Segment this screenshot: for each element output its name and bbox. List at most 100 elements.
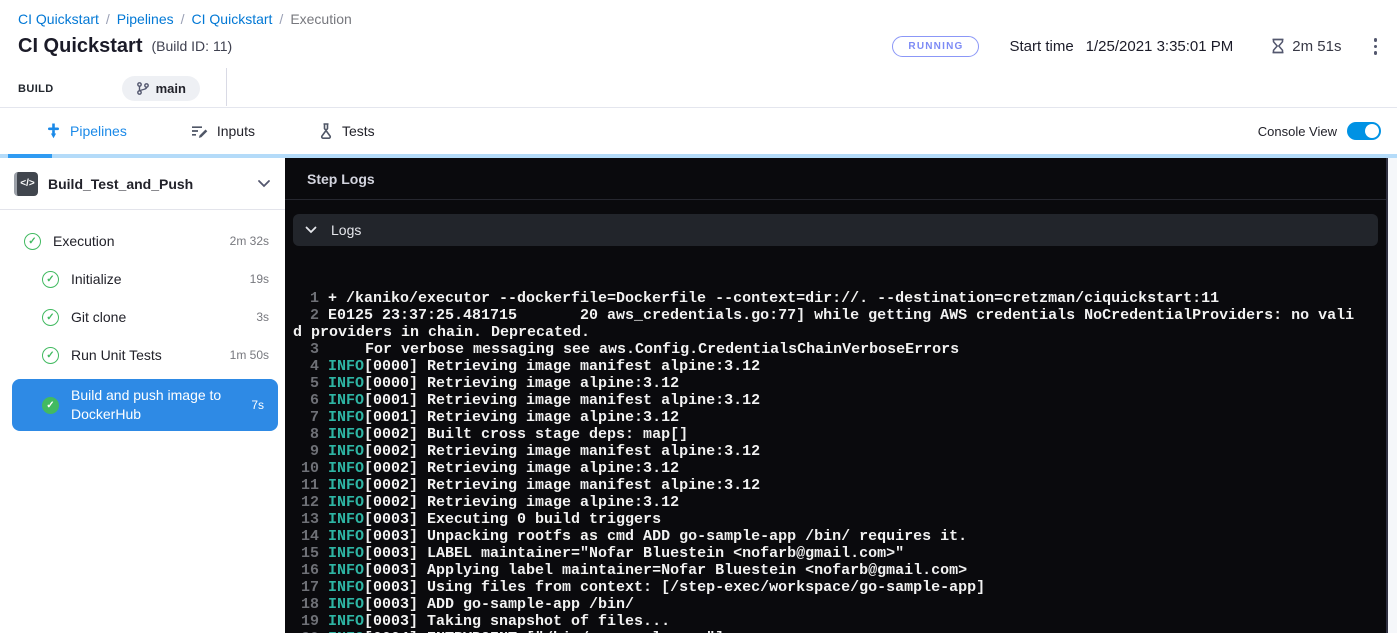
line-number: 1 (293, 290, 319, 307)
breadcrumb: CI Quickstart / Pipelines / CI Quickstar… (18, 11, 1381, 27)
line-number: 15 (293, 545, 319, 562)
step-label: Build and push image to DockerHub (71, 386, 243, 424)
log-text: + /kaniko/executor --dockerfile=Dockerfi… (328, 290, 1219, 307)
step-logs-title: Step Logs (285, 158, 1386, 200)
log-text: [0003] Taking snapshot of files... (364, 613, 670, 630)
hourglass-icon (1271, 38, 1285, 54)
log-level: INFO (328, 426, 364, 443)
tab-tests[interactable]: Tests (319, 123, 375, 139)
logs-section-label: Logs (331, 222, 361, 238)
step-list: ✓ Execution 2m 32s ✓ Initialize 19s ✓ Gi… (0, 210, 285, 431)
tab-bar: Pipelines Inputs Tests Console View (0, 108, 1397, 154)
title-row: CI Quickstart (Build ID: 11) RUNNING Sta… (18, 34, 1381, 59)
log-text: [0002] Retrieving image manifest alpine:… (364, 477, 760, 494)
console-view-toggle[interactable] (1347, 122, 1381, 140)
tab-label: Inputs (217, 123, 255, 139)
breadcrumb-project[interactable]: CI Quickstart (18, 11, 99, 27)
log-level: INFO (328, 392, 364, 409)
step-row[interactable]: ✓ Initialize 19s (0, 260, 285, 298)
execution-meta: RUNNING Start time 1/25/2021 3:35:01 PM … (892, 34, 1381, 59)
build-id-label: (Build ID: 11) (151, 38, 232, 54)
log-line: 13INFO[0003] Executing 0 build triggers (293, 511, 1359, 528)
step-row[interactable]: ✓ Run Unit Tests 1m 50s (0, 336, 285, 374)
breadcrumb-current: Execution (290, 11, 351, 27)
log-text: For verbose messaging see aws.Config.Cre… (328, 341, 959, 358)
step-label: Execution (53, 232, 222, 251)
log-line: 17INFO[0003] Using files from context: [… (293, 579, 1359, 596)
elapsed-wrap: 2m 51s (1271, 38, 1341, 55)
log-line: 2E0125 23:37:25.481715 20 aws_credential… (293, 307, 1359, 341)
chevron-down-icon[interactable] (257, 179, 271, 188)
log-text: [0003] Applying label maintainer=Nofar B… (364, 562, 967, 579)
breadcrumb-separator: / (106, 11, 110, 27)
line-number: 17 (293, 579, 319, 596)
step-label: Run Unit Tests (71, 346, 222, 365)
log-line: 19 INFO[0003] Taking snapshot of files... (293, 613, 1359, 630)
tab-label: Pipelines (70, 123, 127, 139)
log-line: 18INFO[0003] ADD go-sample-app /bin/ (293, 596, 1359, 613)
log-level: INFO (328, 545, 364, 562)
tab-inputs[interactable]: Inputs (191, 123, 255, 139)
log-line: 8INFO[0002] Built cross stage deps: map[… (293, 426, 1359, 443)
collapsed-panel-edge[interactable] (1386, 158, 1397, 633)
log-text: [0000] Retrieving image manifest alpine:… (364, 358, 760, 375)
log-level: INFO (328, 596, 364, 613)
kebab-menu-icon[interactable] (1370, 34, 1382, 59)
page: CI Quickstart / Pipelines / CI Quickstar… (0, 0, 1397, 633)
console-view-control: Console View (1258, 122, 1381, 140)
line-number: 11 (293, 477, 319, 494)
log-line: 10 INFO[0002] Retrieving image alpine:3.1… (293, 460, 1359, 477)
log-line: 3 For verbose messaging see aws.Config.C… (293, 341, 1359, 358)
log-text: [0001] Retrieving image manifest alpine:… (364, 392, 760, 409)
line-number: 5 (293, 375, 319, 392)
breadcrumb-separator: / (279, 11, 283, 27)
stage-header[interactable]: </> Build_Test_and_Push (0, 158, 285, 210)
branch-chip: main (122, 76, 200, 101)
log-line: 9INFO[0002] Retrieving image manifest al… (293, 443, 1359, 460)
line-number: 19 (293, 613, 319, 630)
build-label: BUILD (18, 83, 54, 95)
log-text: [0002] Retrieving image alpine:3.12 (364, 460, 679, 477)
log-level: INFO (328, 511, 364, 528)
step-row[interactable]: ✓ Build and push image to DockerHub 7s (12, 379, 278, 431)
line-number: 7 (293, 409, 319, 426)
step-row[interactable]: ✓ Git clone 3s (0, 298, 285, 336)
start-time-value: 1/25/2021 3:35:01 PM (1086, 38, 1234, 55)
logs-section-header[interactable]: Logs (293, 214, 1378, 246)
log-text: [0002] Retrieving image manifest alpine:… (364, 443, 760, 460)
toggle-knob (1365, 124, 1379, 138)
flask-icon (319, 123, 333, 139)
line-number: 13 (293, 511, 319, 528)
line-number: 10 (293, 460, 319, 477)
success-check-icon: ✓ (42, 397, 59, 414)
line-number: 14 (293, 528, 319, 545)
log-level: INFO (328, 409, 364, 426)
line-number: 8 (293, 426, 319, 443)
chevron-down-icon (305, 226, 317, 234)
line-number: 12 (293, 494, 319, 511)
step-logs-content: Logs 1 + /kaniko/executor --dockerfile=Do… (285, 200, 1386, 633)
git-branch-icon (136, 81, 150, 96)
breadcrumb-pipeline[interactable]: CI Quickstart (192, 11, 273, 27)
log-level: INFO (328, 358, 364, 375)
success-check-icon: ✓ (42, 271, 59, 288)
log-level: INFO (328, 613, 364, 630)
breadcrumb-pipelines[interactable]: Pipelines (117, 11, 174, 27)
log-level: INFO (328, 460, 364, 477)
build-row: BUILD main (18, 72, 1381, 106)
log-text: E0125 23:37:25.481715 20 aws_credentials… (293, 307, 1354, 341)
tab-pipelines[interactable]: Pipelines (46, 123, 127, 139)
step-duration: 3s (256, 310, 269, 324)
stage-name: Build_Test_and_Push (48, 176, 257, 192)
log-line: 7INFO[0001] Retrieving image alpine:3.12 (293, 409, 1359, 426)
line-number: 2 (293, 307, 319, 324)
success-check-icon: ✓ (42, 309, 59, 326)
step-duration: 2m 32s (230, 234, 269, 248)
log-level: INFO (328, 375, 364, 392)
step-row[interactable]: ✓ Execution 2m 32s (0, 222, 285, 260)
breadcrumb-separator: / (181, 11, 185, 27)
running-progress-bar (0, 154, 1397, 158)
line-number: 16 (293, 562, 319, 579)
pipelines-icon (46, 123, 61, 139)
log-text: [0003] LABEL maintainer="Nofar Bluestein… (364, 545, 904, 562)
